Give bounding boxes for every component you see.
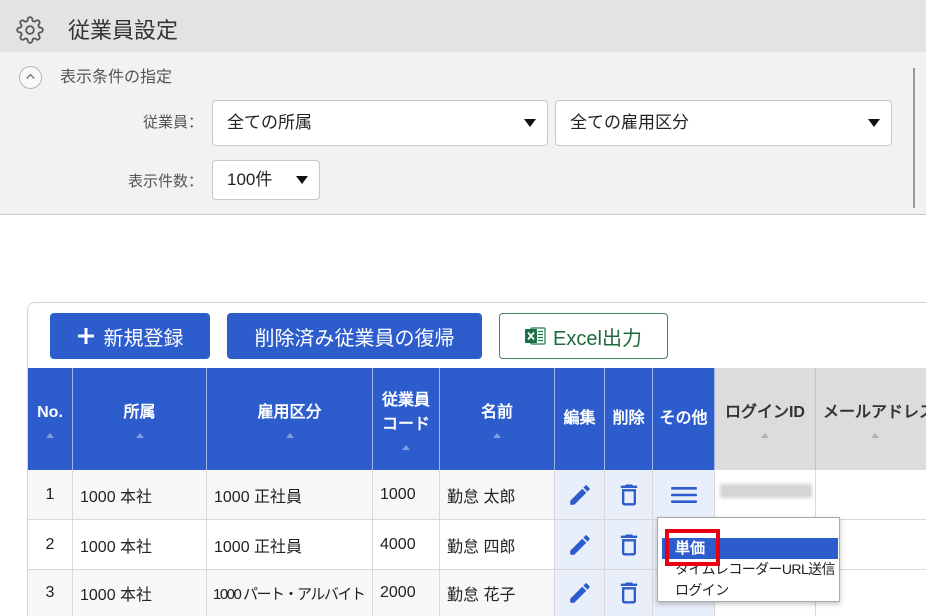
column-header-login-id[interactable]: ログインID — [715, 368, 816, 470]
column-header-label: その他 — [659, 410, 708, 427]
cell-edit — [555, 520, 605, 569]
excel-icon — [525, 327, 546, 345]
cell-name: 勤怠 花子 — [440, 570, 555, 616]
trash-icon[interactable] — [615, 579, 643, 607]
column-header-name[interactable]: 名前 — [440, 368, 555, 470]
caret-down-icon — [296, 176, 308, 184]
highlight-annotation — [665, 529, 720, 566]
redacted-login-id — [720, 483, 812, 498]
sort-icon[interactable] — [285, 432, 294, 438]
column-header-label: メールアドレス — [823, 403, 926, 421]
column-header-label: 編集 — [563, 410, 596, 427]
filter-panel: 表示条件の指定 従業員： 全ての所属 全ての雇用区分 表示件数： 100件 — [0, 52, 926, 215]
column-header-no[interactable]: No. — [28, 368, 73, 470]
cell-name: 勤怠 太郎 — [440, 470, 555, 519]
page-title: 従業員設定 — [68, 18, 179, 43]
trash-icon[interactable] — [615, 481, 643, 509]
cell-other — [653, 470, 715, 519]
display-count-select[interactable]: 100件 — [212, 160, 320, 200]
pencil-icon[interactable] — [567, 532, 593, 558]
column-header-department[interactable]: 所属 — [73, 368, 207, 470]
column-header-edit: 編集 — [555, 368, 605, 470]
page-header: 従業員設定 — [0, 0, 926, 52]
column-header-label: No. — [37, 403, 63, 421]
trash-icon[interactable] — [615, 531, 643, 559]
display-count-label: 表示件数： — [127, 173, 203, 190]
cell-edit — [555, 570, 605, 616]
cell-name: 勤怠 四郎 — [440, 520, 555, 569]
cell-delete — [605, 570, 653, 616]
menu-icon[interactable] — [670, 486, 697, 504]
sort-icon[interactable] — [135, 432, 144, 438]
new-employee-button-label: 新規登録 — [103, 327, 184, 350]
column-header-label: 雇用区分 — [257, 403, 322, 421]
column-header-email[interactable]: メールアドレス — [816, 368, 926, 470]
restore-deleted-button-label: 削除済み従業員の復帰 — [254, 327, 455, 350]
column-header-label: ログインID — [724, 403, 805, 421]
display-count-select-value: 100件 — [227, 170, 273, 189]
cell-edit — [555, 470, 605, 519]
sort-icon[interactable] — [761, 432, 769, 438]
filter-panel-title[interactable]: 表示条件の指定 — [60, 67, 172, 89]
sort-icon[interactable] — [46, 432, 54, 438]
cell-department: 1000 本社 — [73, 470, 207, 519]
cell-login-id — [715, 470, 816, 519]
pencil-icon[interactable] — [567, 482, 593, 508]
cell-employee-code: 2000 — [373, 570, 440, 616]
column-header-label: 名前 — [480, 403, 513, 421]
cell-no: 1 — [28, 470, 73, 519]
cell-employee-code: 4000 — [373, 520, 440, 569]
column-header-label: 従業員コード — [381, 391, 430, 433]
excel-export-button-label: Excel出力 — [553, 327, 642, 350]
table-row: 1 1000 本社 1000 正社員 1000 勤怠 太郎 — [28, 470, 926, 520]
page: { "header": { "title": "従業員設定", "icon": … — [0, 0, 926, 616]
department-select[interactable]: 全ての所属 — [212, 100, 548, 146]
table-header-row: No. 所属 雇用区分 従業員コード 名前 編集 削除 その他 ログインID メ… — [28, 368, 926, 470]
column-header-label: 所属 — [123, 403, 156, 421]
sort-icon[interactable] — [493, 432, 501, 438]
cell-no: 3 — [28, 570, 73, 616]
new-employee-button[interactable]: 新規登録 — [50, 313, 210, 359]
column-header-employee-code[interactable]: 従業員コード — [373, 368, 440, 470]
cell-department: 1000 本社 — [73, 520, 207, 569]
caret-down-icon — [524, 119, 536, 127]
cell-delete — [605, 470, 653, 519]
caret-down-icon — [868, 119, 880, 127]
sort-icon[interactable] — [402, 444, 410, 450]
department-select-value: 全ての所属 — [227, 113, 312, 132]
cell-no: 2 — [28, 520, 73, 569]
column-header-label: 削除 — [612, 410, 645, 427]
cell-employee-code: 1000 — [373, 470, 440, 519]
sort-icon[interactable] — [870, 432, 879, 438]
cell-employment-type: 1000 正社員 — [207, 520, 373, 569]
gear-icon[interactable] — [16, 16, 44, 44]
column-header-delete: 削除 — [605, 368, 653, 470]
excel-export-button[interactable]: Excel出力 — [499, 313, 668, 359]
cell-delete — [605, 520, 653, 569]
employee-filter-label: 従業員： — [142, 114, 203, 131]
restore-deleted-button[interactable]: 削除済み従業員の復帰 — [227, 313, 482, 359]
cell-department: 1000 本社 — [73, 570, 207, 616]
cell-email — [816, 470, 926, 519]
plus-icon — [77, 328, 94, 344]
menu-item-login[interactable]: ログイン — [658, 580, 839, 601]
pencil-icon[interactable] — [567, 580, 593, 606]
collapse-toggle-button[interactable] — [19, 66, 42, 89]
employment-type-select-value: 全ての雇用区分 — [570, 113, 689, 132]
column-header-other: その他 — [653, 368, 715, 470]
cell-employment-type: 1000 パート・アルバイト — [207, 570, 373, 616]
cell-employment-type: 1000 正社員 — [207, 470, 373, 519]
chevron-up-icon — [26, 73, 35, 79]
panel-divider — [913, 68, 915, 208]
employment-type-select[interactable]: 全ての雇用区分 — [555, 100, 892, 146]
column-header-employment-type[interactable]: 雇用区分 — [207, 368, 373, 470]
